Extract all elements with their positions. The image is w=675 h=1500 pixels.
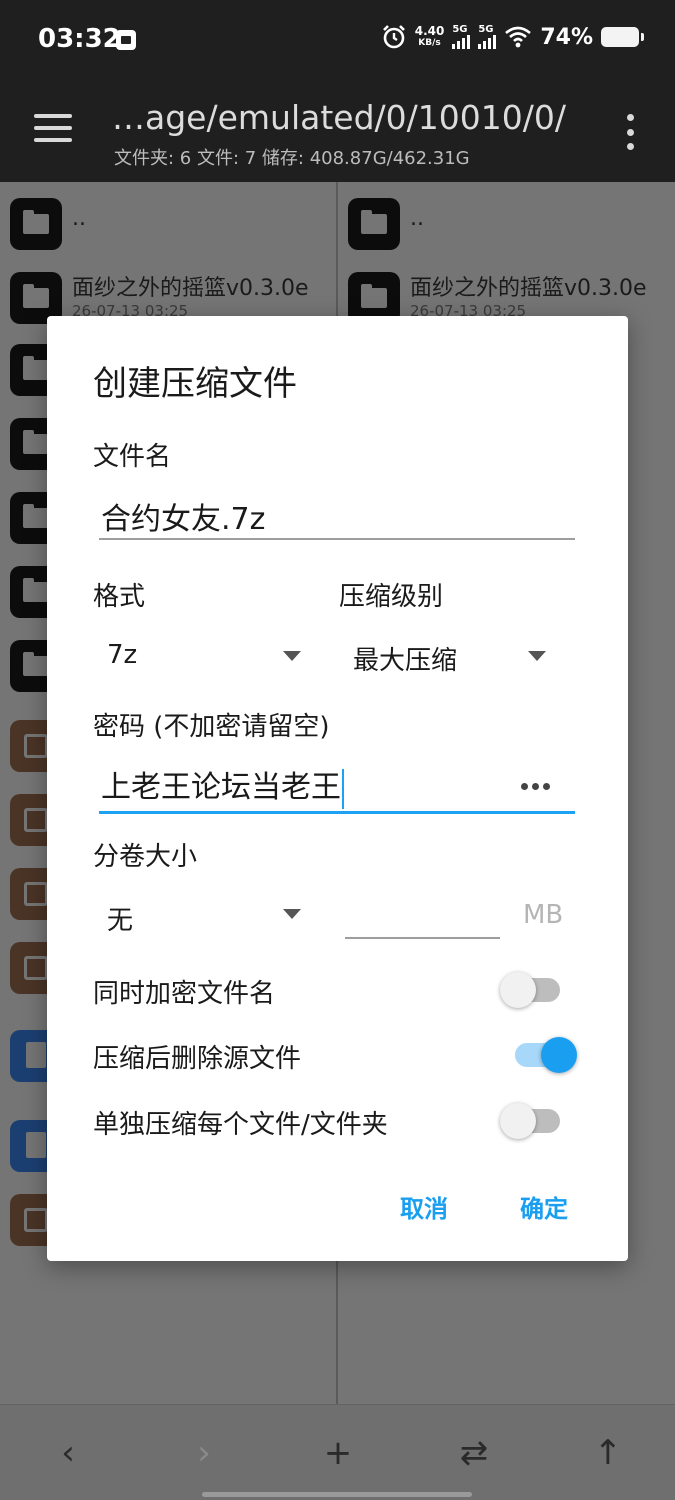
- list-item-name: 面纱之外的摇篮v0.3.0e: [410, 276, 647, 301]
- cancel-button[interactable]: 取消: [400, 1189, 448, 1224]
- bottom-toolbar: ‹ › + ⇄ ↑: [0, 1404, 675, 1500]
- battery-icon: [601, 27, 644, 47]
- storage-summary: 文件夹: 6 文件: 7 储存: 408.87G/462.31G: [114, 148, 470, 169]
- network-speed: 4.40 KB/s: [415, 25, 445, 49]
- password-input[interactable]: 上老王论坛当老王: [101, 762, 344, 809]
- compression-level-label: 压缩级别: [339, 582, 444, 612]
- sim2-label: 5G: [478, 24, 494, 35]
- list-item-name: ..: [72, 206, 86, 231]
- show-password-icon[interactable]: [521, 783, 550, 790]
- encrypt-filenames-label: 同时加密文件名: [93, 979, 276, 1009]
- signal-sim1: 5G: [452, 24, 471, 49]
- format-select[interactable]: 7z: [107, 640, 137, 670]
- chevron-down-icon[interactable]: [283, 651, 301, 661]
- split-size-select[interactable]: 无: [107, 900, 133, 937]
- back-icon[interactable]: ‹: [44, 1433, 92, 1473]
- gesture-nav-handle[interactable]: [202, 1492, 472, 1497]
- alarm-icon: [382, 25, 405, 49]
- split-size-unit: MB: [523, 900, 564, 930]
- format-label: 格式: [93, 582, 146, 612]
- status-time: 03:32: [38, 24, 121, 54]
- hamburger-menu-icon[interactable]: [34, 114, 72, 142]
- status-icons: 4.40 KB/s 5G 5G 74%: [381, 24, 644, 50]
- create-archive-dialog: 创建压缩文件 文件名 合约女友.7z 格式 压缩级别 7z 最大压缩 密码 (不…: [47, 316, 628, 1261]
- compression-level-select[interactable]: 最大压缩: [353, 640, 457, 677]
- filename-underline: [99, 538, 575, 540]
- battery-percent: 74%: [540, 24, 593, 50]
- password-value: 上老王论坛当老王: [101, 770, 341, 805]
- password-label: 密码 (不加密请留空): [93, 712, 330, 742]
- list-item-name: ..: [410, 206, 424, 231]
- swap-panes-icon[interactable]: ⇄: [450, 1433, 498, 1473]
- encrypt-filenames-toggle[interactable]: [500, 968, 564, 1008]
- filename-label: 文件名: [93, 442, 172, 472]
- parent-directory-icon[interactable]: ↑: [584, 1433, 632, 1473]
- network-speed-value: 4.40: [414, 24, 445, 38]
- compress-separately-label: 单独压缩每个文件/文件夹: [93, 1110, 388, 1140]
- signal-sim2: 5G: [478, 24, 497, 49]
- list-item-parent[interactable]: ..: [338, 190, 675, 260]
- chevron-down-icon[interactable]: [528, 651, 546, 661]
- list-item-name: 面纱之外的摇篮v0.3.0e: [72, 276, 309, 301]
- chevron-down-icon[interactable]: [283, 909, 301, 919]
- dialog-title: 创建压缩文件: [93, 364, 297, 404]
- folder-icon: [348, 198, 400, 250]
- sim1-label: 5G: [452, 24, 468, 35]
- status-bar: 03:32 4.40 KB/s 5G 5G 74%: [0, 0, 675, 84]
- delete-source-toggle[interactable]: [511, 1033, 577, 1073]
- add-icon[interactable]: +: [314, 1433, 362, 1473]
- split-size-label: 分卷大小: [93, 842, 198, 872]
- signal-bars-icon: [478, 35, 497, 49]
- app-bar: …age/emulated/0/10010/0/ 文件夹: 6 文件: 7 储存…: [0, 84, 675, 182]
- forward-icon[interactable]: ›: [180, 1433, 228, 1473]
- more-options-icon[interactable]: [627, 114, 635, 150]
- network-speed-unit: KB/s: [418, 38, 441, 48]
- folder-icon: [10, 198, 62, 250]
- compress-separately-toggle[interactable]: [500, 1099, 564, 1139]
- signal-bars-icon: [452, 35, 471, 49]
- wifi-icon: [505, 26, 532, 48]
- split-size-input[interactable]: [345, 937, 500, 939]
- text-cursor: [342, 768, 344, 809]
- list-item-parent[interactable]: ..: [0, 190, 336, 260]
- delete-source-label: 压缩后删除源文件: [93, 1044, 302, 1074]
- app-notification-icon: [116, 30, 136, 50]
- password-underline: [99, 811, 575, 814]
- ok-button[interactable]: 确定: [520, 1189, 568, 1224]
- filename-input[interactable]: 合约女友.7z: [101, 494, 265, 538]
- current-path[interactable]: …age/emulated/0/10010/0/: [112, 98, 566, 137]
